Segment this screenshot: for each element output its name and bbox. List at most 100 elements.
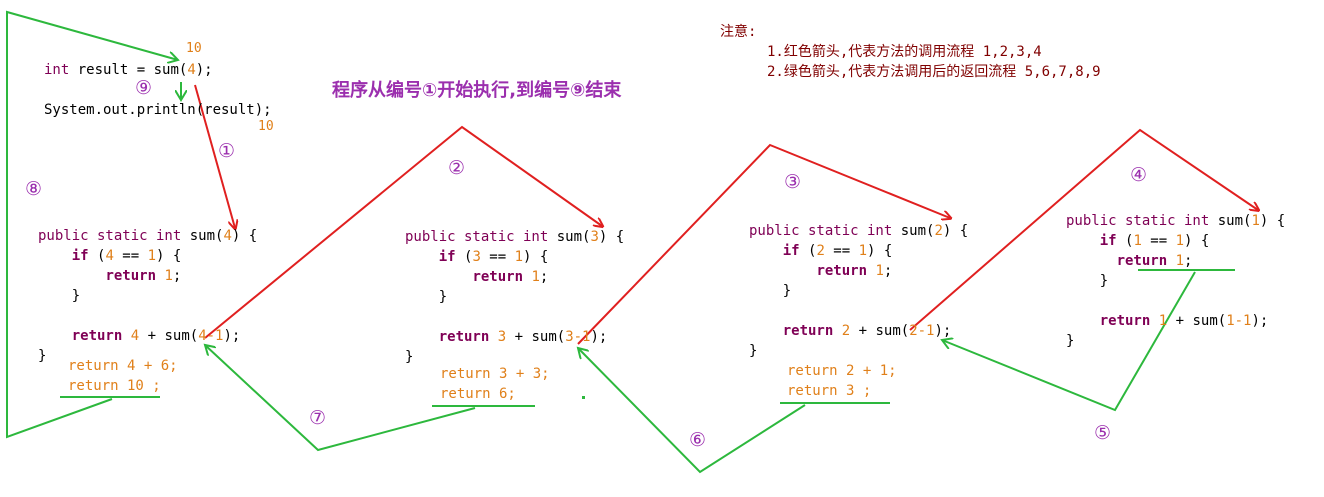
- sig-name: sum(: [548, 229, 591, 245]
- sig-arg: 1: [1251, 213, 1260, 229]
- if-end: ) {: [1184, 233, 1210, 249]
- int-keyword: int: [44, 62, 70, 78]
- rec-end: );: [934, 323, 952, 339]
- rec-return-keyword: return: [1099, 313, 1151, 329]
- step-label-4: ④: [1130, 164, 1148, 186]
- rec-n: 2: [841, 323, 851, 339]
- if-close: }: [438, 289, 448, 305]
- if-op: ==: [113, 248, 148, 264]
- sig-keywords: public static int: [1066, 213, 1210, 229]
- method-close: }: [749, 343, 758, 359]
- result-value-annotation: 10: [186, 41, 202, 56]
- rec-mid: + sum(: [139, 328, 199, 344]
- return-value: 1: [875, 263, 884, 279]
- stray-dot: [582, 396, 585, 399]
- rec-arg: 1-1: [1226, 313, 1252, 329]
- rec-end: );: [223, 328, 241, 344]
- sig-end: ) {: [598, 229, 625, 245]
- method-block-sum-2: public static int sum(2) { if (2 == 1) {…: [749, 221, 968, 361]
- if-close: }: [71, 288, 81, 304]
- result-end: );: [195, 62, 213, 78]
- println-value-annotation: 10: [258, 119, 274, 134]
- rec-end: );: [1251, 313, 1269, 329]
- if-value: 4: [105, 248, 114, 264]
- if-end: ) {: [156, 248, 182, 264]
- eval-line-1-sum-2: return 2 + 1;: [787, 363, 897, 379]
- step-label-9: ⑨: [135, 77, 153, 99]
- if-keyword: if: [438, 249, 456, 265]
- eval-line-2-sum-2: return 3 ;: [787, 383, 872, 399]
- if-op: ==: [1141, 233, 1176, 249]
- return-value: 1: [1175, 253, 1185, 269]
- if-one: 1: [1175, 233, 1185, 249]
- sig-name: sum(: [181, 228, 224, 244]
- if-open: (: [799, 243, 817, 259]
- return-semi: ;: [172, 268, 182, 284]
- if-op: ==: [480, 249, 515, 265]
- sig-name: sum(: [892, 223, 935, 239]
- if-end: ) {: [523, 249, 549, 265]
- sig-name: sum(: [1209, 213, 1252, 229]
- return-keyword: return: [472, 269, 524, 285]
- sig-keywords: public static int: [405, 229, 549, 245]
- if-op: ==: [824, 243, 859, 259]
- note-line-1: 1.红色箭头,代表方法的调用流程 1,2,3,4: [767, 44, 1042, 60]
- return-keyword: return: [1116, 253, 1168, 269]
- result-arg: 4: [187, 62, 196, 78]
- return-semi: ;: [1184, 253, 1193, 269]
- sig-keywords: public static int: [38, 228, 182, 244]
- sig-end: ) {: [1259, 213, 1286, 229]
- eval-line-2-sum-4: return 10 ;: [68, 378, 161, 394]
- if-value: 2: [816, 243, 825, 259]
- if-keyword: if: [782, 243, 800, 259]
- step-label-7: ⑦: [309, 407, 327, 429]
- if-value: 1: [1133, 233, 1142, 249]
- rec-end: );: [590, 329, 608, 345]
- rec-mid: + sum(: [1167, 313, 1227, 329]
- step-label-2: ②: [448, 157, 466, 179]
- note-heading: 注意:: [720, 24, 757, 40]
- step-label-6: ⑥: [689, 429, 707, 451]
- sig-end: ) {: [231, 228, 258, 244]
- method-close: }: [38, 348, 47, 364]
- if-one: 1: [147, 248, 157, 264]
- if-open: (: [455, 249, 473, 265]
- result-decl: result = sum(: [69, 62, 188, 78]
- method-close: }: [405, 349, 414, 365]
- if-keyword: if: [1099, 233, 1117, 249]
- if-close: }: [782, 283, 792, 299]
- if-close: }: [1099, 273, 1109, 289]
- rec-arg: 4-1: [198, 328, 224, 344]
- method-block-sum-4: public static int sum(4) { if (4 == 1) {…: [38, 226, 257, 366]
- return-keyword: return: [816, 263, 868, 279]
- if-open: (: [1116, 233, 1134, 249]
- sig-keywords: public static int: [749, 223, 893, 239]
- eval-line-2-sum-3: return 6;: [440, 386, 516, 402]
- if-end: ) {: [867, 243, 893, 259]
- sig-arg: 2: [934, 223, 943, 239]
- step-label-5: ⑤: [1094, 422, 1112, 444]
- step-label-1: ①: [218, 140, 236, 162]
- return-value: 1: [164, 268, 173, 284]
- rec-n: 1: [1158, 313, 1168, 329]
- rec-arg: 2-1: [909, 323, 935, 339]
- return-value: 1: [531, 269, 540, 285]
- method-close: }: [1066, 333, 1075, 349]
- if-open: (: [88, 248, 106, 264]
- diagram-title: 程序从编号①开始执行,到编号⑨结束: [332, 80, 622, 101]
- if-value: 3: [472, 249, 481, 265]
- eval-line-1-sum-4: return 4 + 6;: [68, 358, 178, 374]
- step-label-3: ③: [784, 171, 802, 193]
- if-one: 1: [858, 243, 868, 259]
- step-label-8: ⑧: [25, 178, 43, 200]
- if-keyword: if: [71, 248, 89, 264]
- rec-n: 3: [497, 329, 507, 345]
- main-result-line: int result = sum(4);: [44, 60, 213, 80]
- method-block-sum-3: public static int sum(3) { if (3 == 1) {…: [405, 227, 624, 367]
- method-block-sum-1: public static int sum(1) { if (1 == 1) {…: [1066, 211, 1285, 351]
- rec-mid: + sum(: [850, 323, 910, 339]
- return-semi: ;: [539, 269, 549, 285]
- sig-arg: 3: [590, 229, 599, 245]
- main-println-line: System.out.println(result);: [44, 102, 272, 118]
- eval-line-1-sum-3: return 3 + 3;: [440, 366, 550, 382]
